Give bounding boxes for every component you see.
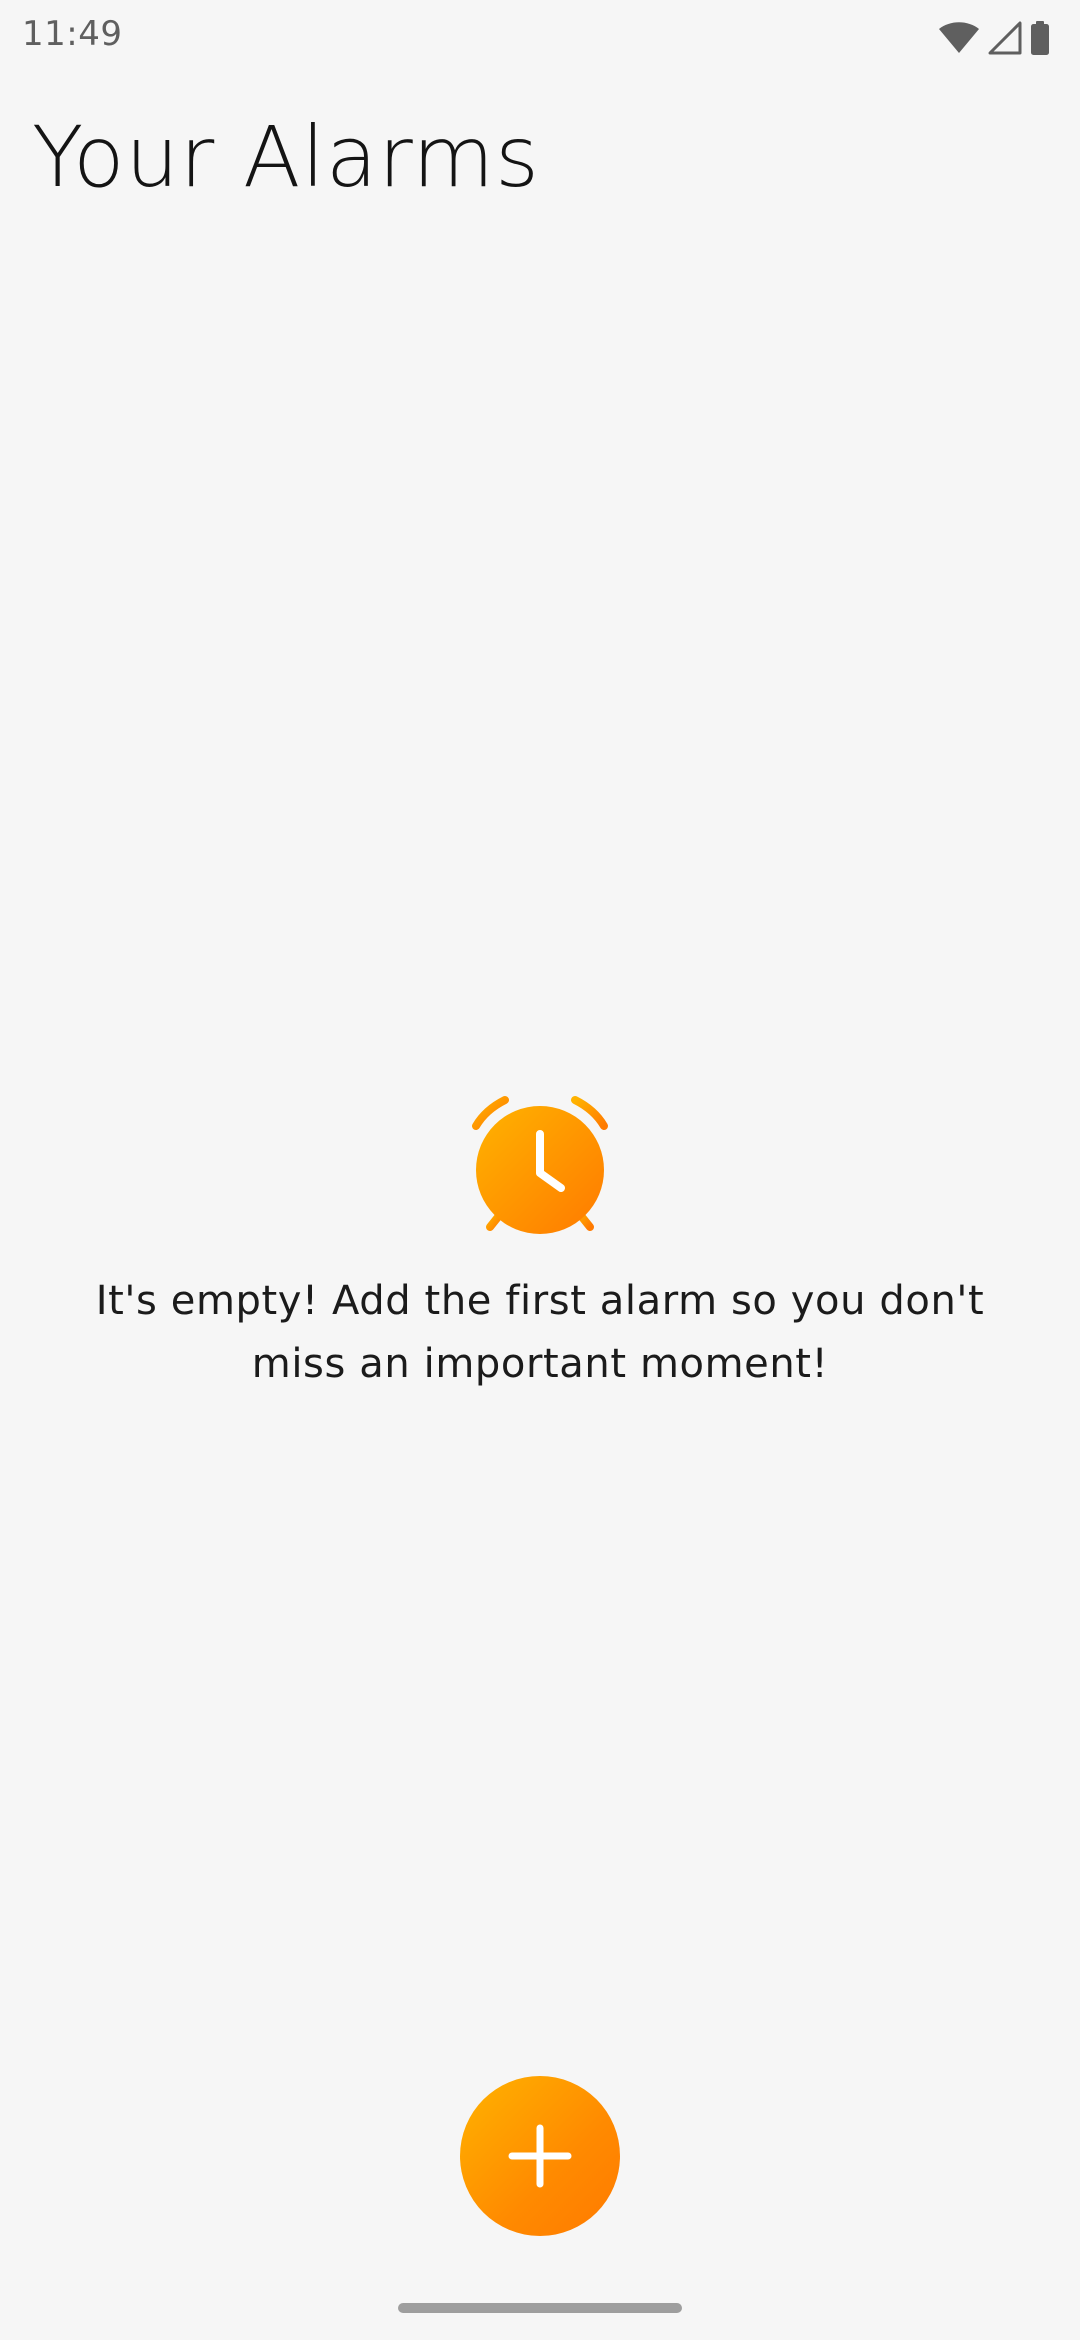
home-indicator[interactable]: [398, 2303, 682, 2313]
empty-state: It's empty! Add the first alarm so you d…: [0, 1090, 1080, 1436]
add-alarm-button[interactable]: [460, 2076, 620, 2236]
wifi-icon: [938, 22, 980, 54]
alarm-clock-icon: [465, 1090, 615, 1240]
page-title: Your Alarms: [32, 108, 540, 206]
status-time: 11:49: [22, 14, 123, 54]
plus-icon: [508, 2124, 572, 2188]
empty-state-message: It's empty! Add the first alarm so you d…: [95, 1278, 985, 1387]
status-icons: [938, 18, 1050, 58]
status-bar: 11:49: [0, 0, 1080, 74]
battery-icon: [1030, 21, 1050, 55]
cellular-signal-icon: [988, 21, 1022, 55]
